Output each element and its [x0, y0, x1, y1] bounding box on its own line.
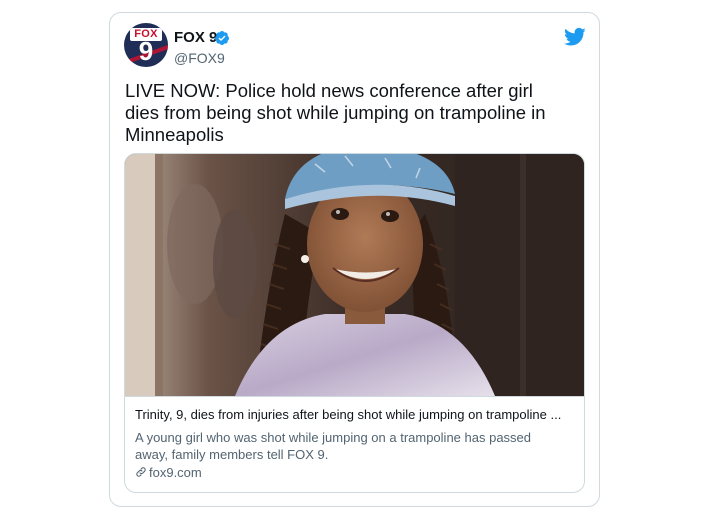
account-handle[interactable]: @FOX9	[174, 50, 225, 67]
account-display-name[interactable]: FOX 9	[174, 29, 217, 47]
account-avatar[interactable]: FOX 9	[124, 23, 168, 67]
link-icon	[136, 467, 146, 477]
card-description: A young girl who was shot while jumping …	[135, 430, 532, 462]
embedded-tweet: FOX 9 FOX 9 @FOX9 LIVE NOW: Police hold …	[109, 12, 600, 507]
avatar-number: 9	[138, 36, 154, 66]
card-domain-text: fox9.com	[149, 465, 202, 480]
verified-badge-icon	[214, 31, 229, 45]
twitter-bird-icon[interactable]	[564, 27, 586, 47]
tweet-text: LIVE NOW: Police hold news conference af…	[125, 80, 546, 145]
card-image[interactable]	[125, 154, 584, 396]
card-title[interactable]: Trinity, 9, dies from injuries after bei…	[135, 407, 575, 423]
link-card[interactable]: Trinity, 9, dies from injuries after bei…	[124, 153, 585, 493]
card-divider	[125, 396, 584, 397]
card-domain[interactable]: fox9.com	[135, 465, 202, 481]
card-photo	[125, 154, 584, 396]
